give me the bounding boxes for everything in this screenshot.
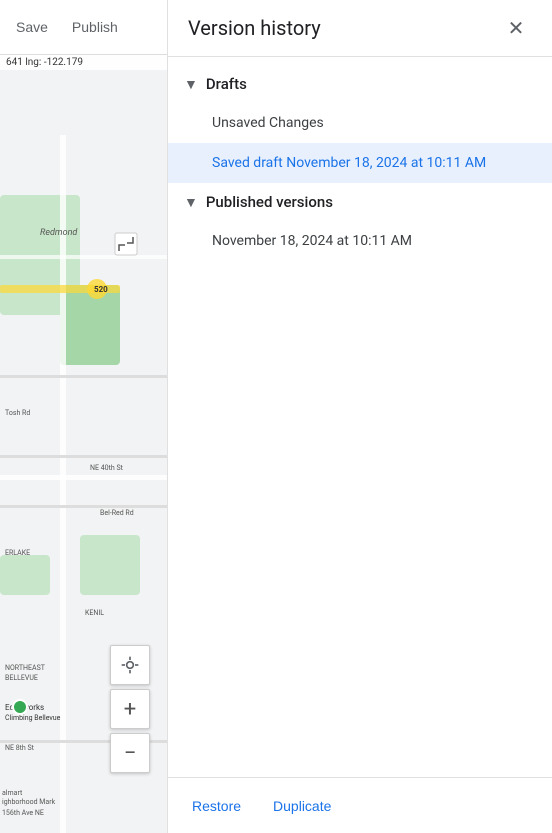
publish-button[interactable]: Publish: [68, 13, 122, 41]
svg-text:156th Ave NE: 156th Ave NE: [2, 809, 44, 817]
svg-text:NE 8th St: NE 8th St: [5, 744, 35, 752]
saved-draft-item[interactable]: Saved draft November 18, 2024 at 10:11 A…: [168, 143, 552, 183]
svg-text:NORTHEAST: NORTHEAST: [5, 664, 46, 672]
zoom-in-button[interactable]: +: [110, 689, 150, 729]
save-button[interactable]: Save: [12, 13, 52, 41]
drafts-section-title: Drafts: [206, 75, 247, 93]
map-area: Save Publish 641 lng: -122.179 520 Redmo…: [0, 0, 167, 833]
panel-title: Version history: [188, 16, 321, 40]
svg-text:BELLEVUE: BELLEVUE: [5, 674, 38, 682]
coord-bar: 641 lng: -122.179: [0, 55, 167, 70]
svg-text:ighborhood Mark: ighborhood Mark: [2, 798, 56, 806]
unsaved-changes-item[interactable]: Unsaved Changes: [168, 103, 552, 143]
svg-text:ERLAKE: ERLAKE: [5, 549, 30, 557]
locate-button[interactable]: [110, 645, 150, 685]
svg-text:NE 40th St: NE 40th St: [90, 464, 124, 472]
svg-text:Climbing Bellevue: Climbing Bellevue: [5, 714, 61, 722]
panel-footer: Restore Duplicate: [168, 777, 552, 833]
published-version-item[interactable]: November 18, 2024 at 10:11 AM: [168, 221, 552, 261]
version-history-panel: Version history ✕ ▼ Drafts Unsaved Chang…: [167, 0, 552, 833]
published-chevron-icon: ▼: [184, 194, 198, 211]
zoom-out-button[interactable]: −: [110, 733, 150, 773]
map-controls: + −: [110, 645, 150, 773]
restore-button[interactable]: Restore: [192, 790, 241, 822]
toolbar: Save Publish: [0, 0, 167, 55]
close-button[interactable]: ✕: [500, 12, 532, 44]
published-section-header[interactable]: ▼ Published versions: [168, 183, 552, 221]
panel-header: Version history ✕: [168, 0, 552, 57]
svg-text:almart: almart: [2, 789, 23, 797]
svg-text:520: 520: [94, 285, 108, 294]
drafts-chevron-icon: ▼: [184, 76, 198, 93]
svg-text:Tosh Rd: Tosh Rd: [5, 409, 30, 417]
panel-content: ▼ Drafts Unsaved Changes Saved draft Nov…: [168, 57, 552, 777]
svg-text:Redmond: Redmond: [40, 228, 78, 238]
duplicate-button[interactable]: Duplicate: [273, 790, 331, 822]
svg-text:KENIL: KENIL: [85, 609, 104, 617]
svg-text:Bel-Red Rd: Bel-Red Rd: [100, 509, 134, 517]
published-section-title: Published versions: [206, 193, 333, 211]
drafts-section-header[interactable]: ▼ Drafts: [168, 65, 552, 103]
